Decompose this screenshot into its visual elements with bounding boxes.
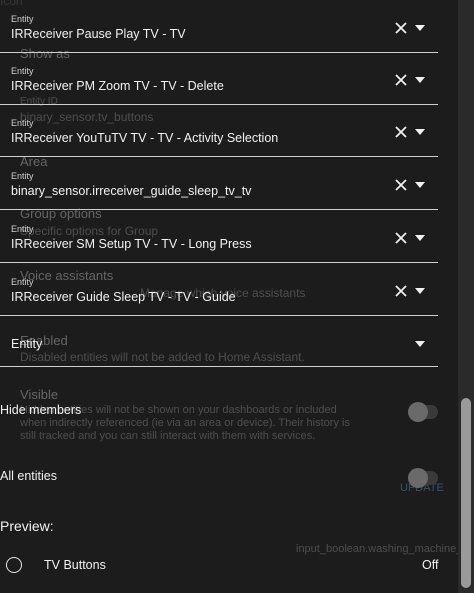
preview-entity-state: Off: [422, 558, 439, 572]
all-entities-toggle[interactable]: [408, 468, 438, 488]
entity-field-label: Entity: [11, 224, 34, 234]
preview-entity-row[interactable]: TV Buttons Off: [0, 552, 458, 580]
radio-off-icon: [6, 557, 22, 573]
caret-down-icon[interactable]: [414, 287, 426, 295]
close-icon[interactable]: [393, 72, 409, 88]
caret-down-icon[interactable]: [414, 24, 426, 32]
close-icon[interactable]: [393, 230, 409, 246]
entity-field-value[interactable]: IRReceiver YouTuTV TV - TV - Activity Se…: [11, 131, 278, 145]
preview-entity-name: TV Buttons: [44, 558, 106, 572]
entity-field-value[interactable]: IRReceiver PM Zoom TV - TV - Delete: [11, 79, 224, 93]
entity-field-label: Entity: [11, 118, 34, 128]
caret-down-icon[interactable]: [414, 76, 426, 84]
add-entity-label: Entity: [11, 337, 43, 351]
entity-row[interactable]: Entity IRReceiver Guide Sleep TV - TV - …: [0, 263, 438, 316]
entity-field-label: Entity: [11, 14, 34, 24]
entity-field-value[interactable]: binary_sensor.irreceiver_guide_sleep_tv_…: [11, 184, 251, 198]
entity-field-label: Entity: [11, 277, 34, 287]
add-entity-picker[interactable]: Entity: [0, 318, 438, 367]
caret-down-icon[interactable]: [414, 181, 426, 189]
close-icon[interactable]: [393, 124, 409, 140]
preview-title: Preview:: [0, 518, 54, 534]
entity-field-value[interactable]: IRReceiver SM Setup TV - TV - Long Press: [11, 237, 252, 251]
entity-row[interactable]: Entity IRReceiver YouTuTV TV - TV - Acti…: [0, 104, 438, 157]
all-entities-label: All entities: [0, 469, 57, 483]
caret-down-icon[interactable]: [414, 340, 426, 348]
close-icon[interactable]: [393, 283, 409, 299]
close-icon[interactable]: [393, 20, 409, 36]
entity-field-value[interactable]: IRReceiver Guide Sleep TV - TV - Guide: [11, 290, 236, 304]
caret-down-icon[interactable]: [414, 234, 426, 242]
caret-down-icon[interactable]: [414, 128, 426, 136]
entity-row[interactable]: Entity IRReceiver Pause Play TV - TV: [0, 0, 438, 53]
hide-members-toggle[interactable]: [408, 402, 438, 422]
hide-members-label: Hide members: [0, 403, 82, 417]
entity-row[interactable]: Entity binary_sensor.irreceiver_guide_sl…: [0, 157, 438, 210]
toggle-knob: [408, 402, 428, 422]
bg-visible: Visible: [20, 387, 59, 402]
entity-field-value[interactable]: IRReceiver Pause Play TV - TV: [11, 27, 186, 41]
entity-field-label: Entity: [11, 66, 34, 76]
entity-row[interactable]: Entity IRReceiver SM Setup TV - TV - Lon…: [0, 210, 438, 263]
scrollbar-thumb[interactable]: [461, 398, 471, 588]
entity-field-label: Entity: [11, 171, 34, 181]
entity-row[interactable]: Entity IRReceiver PM Zoom TV - TV - Dele…: [0, 52, 438, 105]
toggle-knob: [408, 468, 428, 488]
close-icon[interactable]: [393, 177, 409, 193]
